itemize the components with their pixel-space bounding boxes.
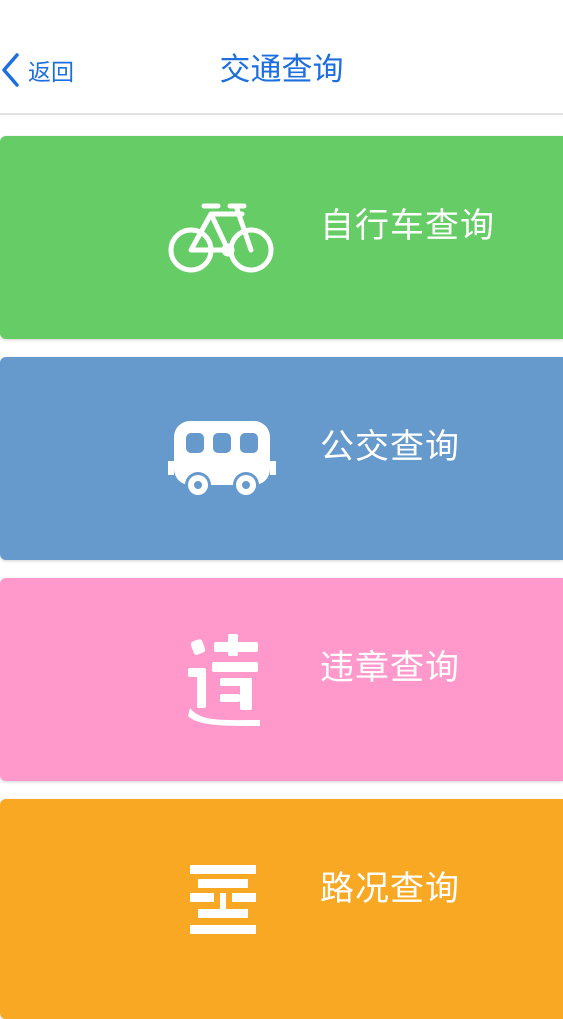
page-title: 交通查询 (219, 52, 344, 88)
bus-query-card[interactable]: 公交查询 (0, 357, 563, 560)
bicycle-query-label: 自行车查询 (320, 206, 495, 246)
bus-icon (168, 419, 276, 503)
violation-icon (184, 634, 264, 726)
bus-query-label: 公交查询 (320, 427, 460, 467)
road-condition-query-card[interactable]: 路况查询 (0, 799, 563, 1019)
bicycle-icon (166, 194, 276, 279)
violation-query-card[interactable]: 违章查询 (0, 578, 563, 781)
navigation-bar: 返回 交通查询 (0, 0, 563, 115)
violation-query-label: 违章查询 (320, 648, 460, 688)
bicycle-query-card[interactable]: 自行车查询 (0, 136, 563, 339)
road-condition-query-label: 路况查询 (320, 869, 460, 909)
road-condition-icon (190, 865, 256, 937)
